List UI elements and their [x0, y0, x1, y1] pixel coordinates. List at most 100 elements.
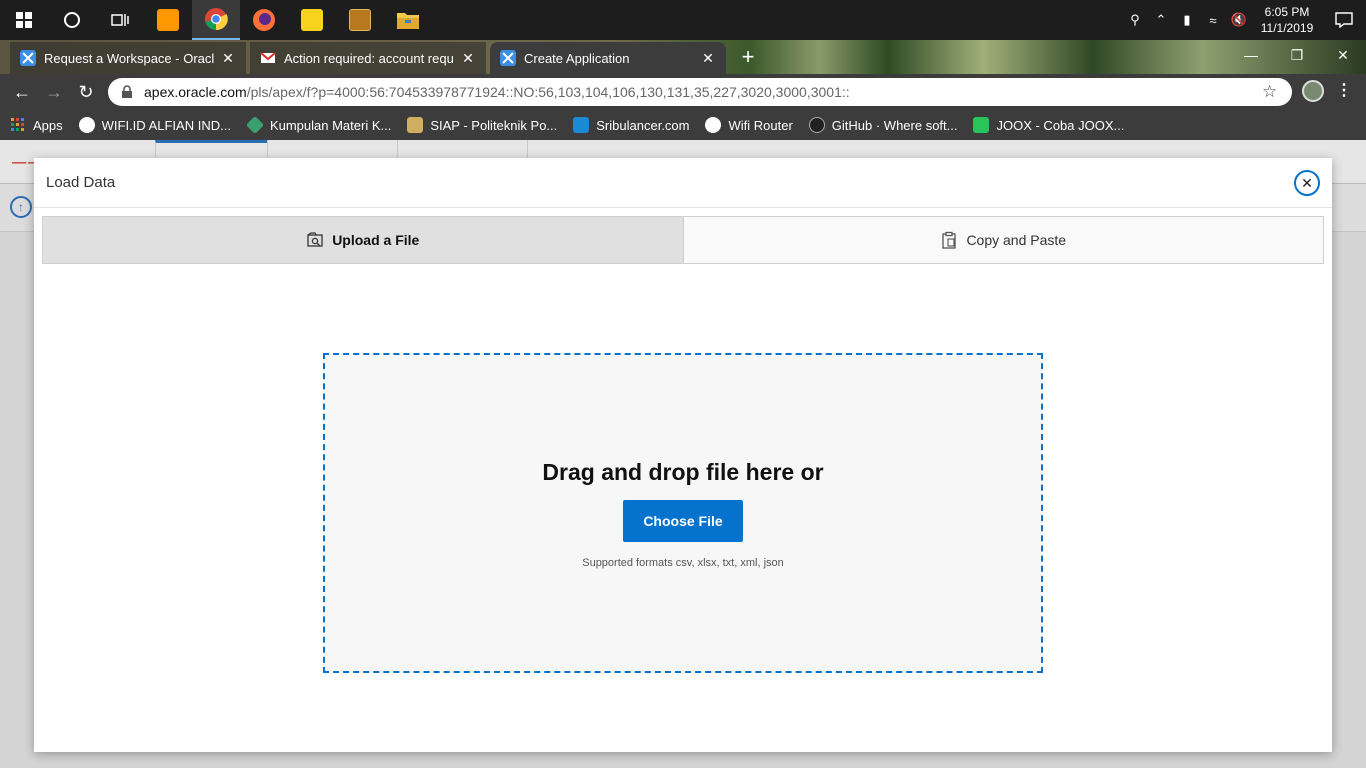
file-drop-zone[interactable]: Drag and drop file here or Choose File S… [323, 353, 1043, 673]
chrome-icon [205, 8, 228, 31]
bookmark-sribulancer[interactable]: Sribulancer.com [573, 117, 689, 133]
close-tab-icon[interactable]: ✕ [460, 50, 476, 67]
load-data-dialog: Load Data ✕ Upload a File Copy and Paste… [34, 158, 1332, 752]
dosbox-icon [349, 9, 371, 31]
browser-tab-request-workspace[interactable]: Request a Workspace - Oracle Ap ✕ [10, 42, 246, 74]
browser-tab-create-application[interactable]: Create Application ✕ [490, 42, 726, 74]
choose-file-button[interactable]: Choose File [623, 500, 743, 542]
tab-upload-a-file[interactable]: Upload a File [43, 217, 684, 263]
url-host: apex.oracle.com [144, 84, 247, 100]
browser-toolbar: ← → ↻ apex.oracle.com/pls/apex/f?p=4000:… [0, 74, 1366, 110]
close-tab-icon[interactable]: ✕ [220, 50, 236, 67]
wifi-icon[interactable]: ≈ [1200, 0, 1226, 40]
bookmark-apps[interactable]: Apps [10, 117, 63, 133]
restore-window-button[interactable]: ❐ [1274, 40, 1320, 70]
bookmark-kumpulan-materi[interactable]: Kumpulan Materi K... [245, 115, 392, 135]
system-clock[interactable]: 6:05 PM 11/1/2019 [1252, 4, 1322, 36]
sribulancer-icon [573, 117, 590, 133]
action-center-button[interactable] [1322, 0, 1366, 40]
clipboard-icon [942, 231, 957, 249]
close-tab-icon[interactable]: ✕ [700, 50, 716, 67]
windows-taskbar: ⚲ ⌃ ▮ ≈ 🔇 6:05 PM 11/1/2019 [0, 0, 1366, 40]
taskbar-sublime-text[interactable] [144, 0, 192, 40]
bookmark-star-icon[interactable]: ☆ [1262, 82, 1280, 102]
clock-time: 6:05 PM [1264, 5, 1310, 19]
github-icon [808, 117, 825, 133]
bookmark-label: WIFI.ID ALFIAN IND... [101, 117, 231, 133]
minimize-window-button[interactable]: — [1228, 40, 1274, 70]
cortana-circle-icon [64, 12, 80, 28]
task-view-button[interactable] [96, 0, 144, 40]
siap-icon [407, 117, 424, 133]
new-tab-button[interactable]: + [736, 46, 760, 70]
taskbar-firefox[interactable] [240, 0, 288, 40]
browser-menu-icon[interactable]: ⋮ [1336, 80, 1352, 100]
notification-icon [1335, 12, 1353, 28]
url-path: /pls/apex/f?p=4000:56:704533978771924::N… [246, 84, 850, 100]
apps-grid-icon [11, 118, 24, 131]
dialog-title: Load Data [46, 174, 116, 191]
people-icon[interactable]: ⚲ [1122, 0, 1148, 40]
supported-formats-text: Supported formats csv, xlsx, txt, xml, j… [582, 557, 784, 569]
tab-label: Upload a File [332, 232, 420, 248]
browser-tab-action-required[interactable]: Action required: account request ✕ [250, 42, 486, 74]
bookmarks-bar: Apps WIFI.ID ALFIAN IND... Kumpulan Mate… [0, 110, 1366, 140]
url-text: apex.oracle.com/pls/apex/f?p=4000:56:704… [144, 84, 1262, 100]
gmail-favicon-icon [260, 52, 276, 63]
bookmark-joox[interactable]: JOOX - Coba JOOX... [973, 117, 1124, 133]
taskbar-sticky-notes[interactable] [288, 0, 336, 40]
tab-label: Copy and Paste [966, 232, 1067, 248]
battery-icon[interactable]: ▮ [1174, 0, 1200, 40]
profile-avatar[interactable] [1302, 80, 1324, 102]
bookmark-wifi-id[interactable]: WIFI.ID ALFIAN IND... [78, 117, 231, 133]
cube-icon [245, 115, 264, 135]
volume-muted-icon[interactable]: 🔇 [1226, 0, 1252, 40]
globe-icon [705, 117, 722, 133]
upload-file-icon [307, 232, 323, 247]
task-view-icon [111, 14, 129, 26]
browser-tab-strip: Request a Workspace - Oracle Ap ✕ Action… [0, 40, 1366, 74]
clock-date: 11/1/2019 [1260, 21, 1314, 35]
back-button[interactable]: ← [6, 76, 38, 108]
folder-icon [397, 13, 419, 29]
bookmark-label: Sribulancer.com [596, 117, 690, 133]
bookmark-label: Wifi Router [728, 117, 793, 133]
load-data-tabs: Upload a File Copy and Paste [42, 216, 1324, 264]
drop-zone-heading: Drag and drop file here or [542, 459, 824, 485]
upload-circle-icon[interactable]: ↑ [10, 196, 32, 218]
cortana-button[interactable] [48, 0, 96, 40]
apex-favicon-icon [500, 50, 516, 66]
globe-icon [78, 117, 95, 133]
tab-copy-and-paste[interactable]: Copy and Paste [683, 217, 1323, 263]
windows-logo-icon [16, 12, 32, 28]
apex-favicon-icon [20, 50, 36, 66]
system-tray: ⚲ ⌃ ▮ ≈ 🔇 6:05 PM 11/1/2019 [1122, 0, 1366, 40]
bookmark-siap-politeknik[interactable]: SIAP - Politeknik Po... [407, 117, 557, 133]
close-icon: ✕ [1301, 174, 1313, 191]
firefox-icon [253, 9, 275, 31]
start-button[interactable] [0, 0, 48, 40]
lock-icon [122, 85, 132, 98]
bookmark-label: JOOX - Coba JOOX... [996, 117, 1125, 133]
taskbar-dosbox[interactable] [336, 0, 384, 40]
browser-tab-title: Create Application [524, 50, 630, 66]
taskbar-chrome[interactable] [192, 0, 240, 40]
bookmark-label: GitHub · Where soft... [831, 117, 958, 133]
taskbar-file-explorer[interactable] [384, 0, 432, 40]
chevron-up-icon[interactable]: ⌃ [1148, 0, 1174, 40]
bookmark-wifi-router[interactable]: Wifi Router [705, 117, 793, 133]
browser-tab-title: Action required: account request [284, 50, 454, 66]
joox-icon [973, 117, 990, 133]
sticky-notes-icon [301, 9, 323, 31]
dialog-close-button[interactable]: ✕ [1294, 170, 1320, 196]
dialog-header: Load Data [34, 158, 1332, 208]
bookmark-label: Kumpulan Materi K... [269, 117, 392, 133]
sublime-text-icon [157, 9, 179, 31]
address-bar[interactable]: apex.oracle.com/pls/apex/f?p=4000:56:704… [108, 78, 1292, 106]
reload-button[interactable]: ↻ [70, 76, 102, 108]
forward-button[interactable]: → [38, 76, 70, 108]
close-window-button[interactable]: ✕ [1320, 40, 1366, 70]
bookmark-label: SIAP - Politeknik Po... [430, 117, 558, 133]
bookmark-github[interactable]: GitHub · Where soft... [808, 117, 958, 133]
bookmark-label: Apps [33, 117, 63, 133]
